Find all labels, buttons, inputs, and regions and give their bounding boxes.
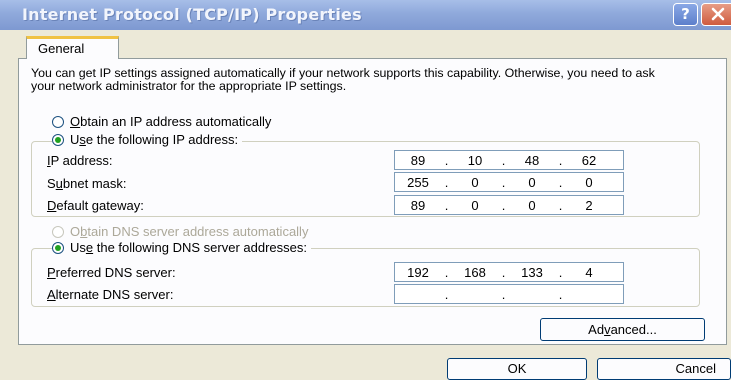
cancel-button-label: Cancel (675, 361, 716, 376)
obtain-ip-auto-label: Obtain an IP address automatically (70, 114, 272, 129)
radio-button-icon (52, 115, 64, 128)
use-following-ip-radio[interactable]: Use the following IP address: (52, 132, 243, 147)
close-button[interactable] (701, 3, 731, 26)
radio-selected-icon (52, 241, 64, 254)
use-following-dns-radio[interactable]: Use the following DNS server addresses: (52, 240, 311, 255)
window-title: Internet Protocol (TCP/IP) Properties (22, 5, 362, 24)
subnet-mask-label: Subnet mask: (47, 176, 127, 191)
alternate-dns-field[interactable]: . . . (394, 284, 624, 304)
use-following-dns-label: Use the following DNS server addresses: (70, 240, 307, 255)
radio-disabled-icon (52, 225, 64, 238)
help-button[interactable]: ? (673, 3, 698, 26)
radio-selected-icon (52, 133, 64, 146)
obtain-dns-auto-radio[interactable]: Obtain DNS server address automatically (52, 224, 313, 239)
default-gateway-field[interactable]: 89. 0. 0. 2 (394, 195, 624, 215)
obtain-ip-auto-radio[interactable]: Obtain an IP address automatically (52, 114, 276, 129)
ip-address-label: IP address: (47, 153, 113, 168)
tab-general-label: General (38, 41, 85, 56)
intro-text: You can get IP settings assigned automat… (31, 66, 655, 93)
help-icon: ? (681, 5, 690, 23)
preferred-dns-label: Preferred DNS server: (47, 265, 176, 280)
title-bar[interactable]: Internet Protocol (TCP/IP) Properties ? (0, 0, 731, 30)
alternate-dns-label: Alternate DNS server: (47, 287, 174, 302)
ip-address-field[interactable]: 89. 10. 48. 62 (394, 150, 624, 170)
obtain-dns-auto-label: Obtain DNS server address automatically (70, 224, 309, 239)
ok-button-label: OK (507, 361, 527, 376)
default-gateway-label: Default gateway: (47, 198, 144, 213)
tab-general[interactable]: General (26, 36, 119, 59)
preferred-dns-field[interactable]: 192. 168. 133. 4 (394, 262, 624, 282)
subnet-mask-field[interactable]: 255. 0. 0. 0 (394, 172, 624, 192)
advanced-button[interactable]: Advanced... (540, 318, 705, 341)
use-following-ip-label: Use the following IP address: (70, 132, 239, 147)
advanced-button-label: Advanced... (588, 322, 657, 337)
close-icon (711, 7, 725, 21)
